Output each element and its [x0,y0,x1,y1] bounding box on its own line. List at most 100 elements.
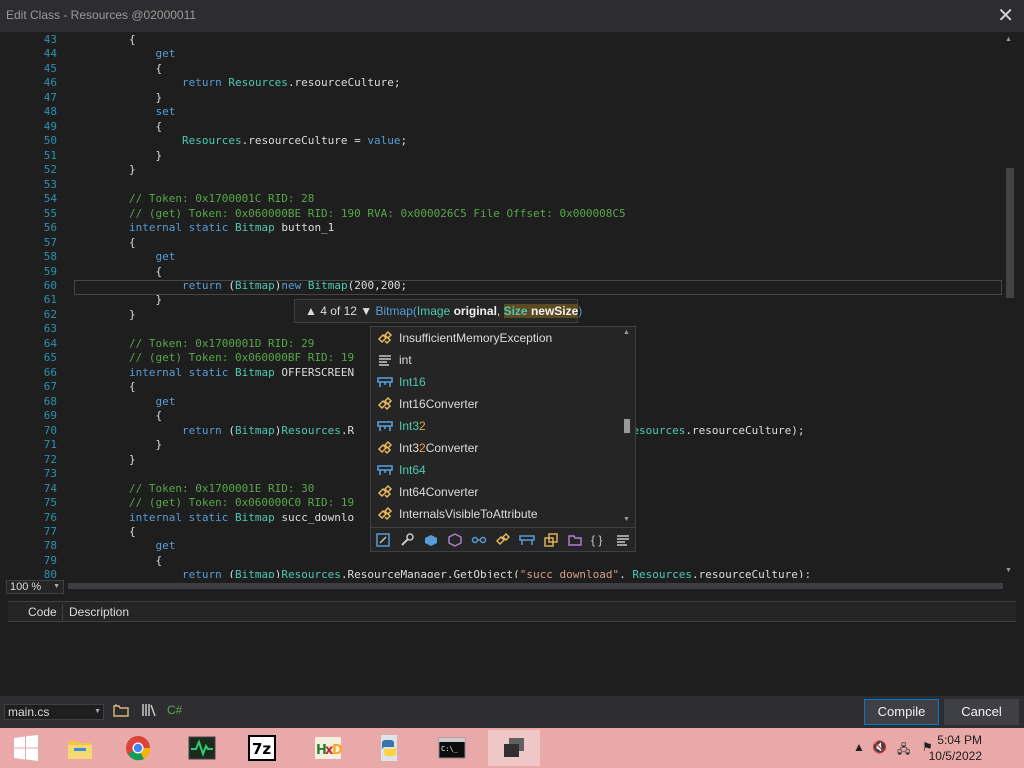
code-line[interactable]: 55 // (get) Token: 0x060000BE RID: 190 R… [0,207,1004,221]
line-number: 47 [43,90,57,104]
completion-item-label: Int32Converter [399,441,479,455]
network-icon[interactable]: 🖧 [897,740,910,761]
line-number: 62 [43,307,57,321]
file-name: main.cs [8,705,50,719]
start-button[interactable] [0,730,52,766]
class-alt-filter-icon[interactable] [495,532,511,548]
completion-item[interactable]: Int64Converter [375,481,620,503]
code-line[interactable]: 60 return (Bitmap)new Bitmap(200,200; [0,279,1004,293]
python-taskbar[interactable] [363,730,415,766]
cancel-button[interactable]: Cancel [944,699,1019,725]
line-number: 45 [43,61,57,75]
compile-button[interactable]: Compile [864,699,939,725]
code-line[interactable]: 53 [0,178,1004,192]
scroll-thumb[interactable] [624,419,630,433]
task-view-taskbar[interactable] [488,730,540,766]
code-line[interactable]: 57 { [0,236,1004,250]
scroll-thumb[interactable] [68,583,1003,589]
file-explorer-taskbar[interactable] [54,730,106,766]
code-line[interactable]: 44 get [0,47,1004,61]
volume-muted-icon[interactable]: 🔇 [872,740,887,754]
scroll-up-icon[interactable]: ▲ [1005,36,1012,43]
namespaces-filter-icon[interactable] [375,532,391,548]
scroll-down-icon[interactable]: ▼ [623,516,630,523]
code-line[interactable]: 48 set [0,105,1004,119]
code-line[interactable]: 52 } [0,163,1004,177]
open-folder-icon[interactable] [113,703,129,720]
zoom-select[interactable]: 100 % ▼ [6,580,64,594]
resource-monitor-taskbar[interactable] [176,730,228,766]
code-line[interactable]: 45 { [0,62,1004,76]
code-line[interactable]: 51 } [0,149,1004,163]
scroll-thumb[interactable] [1006,168,1014,298]
overload-down-icon[interactable]: ▼ [360,304,372,318]
keyword-filter-icon[interactable] [615,532,631,548]
wrench-filter-icon[interactable] [399,532,415,548]
task-view-icon [504,738,524,757]
close-icon[interactable]: ✕ [997,3,1014,28]
completion-item[interactable]: Int16 [375,371,620,393]
completion-item[interactable]: InternalsVisibleToAttribute [375,503,620,525]
completion-list[interactable]: InsufficientMemoryException int Int16 Int16… [370,326,636,552]
code-token: ( [221,568,235,578]
cube-filter-icon[interactable] [447,532,463,548]
struct-icon [377,418,393,434]
interface-filter-icon[interactable] [543,532,559,548]
line-number: 65 [43,351,57,365]
line-number: 71 [43,438,57,452]
code-line[interactable]: 59 { [0,265,1004,279]
clock-time[interactable]: 5:04 PM [937,733,982,747]
7zip-taskbar[interactable]: 7z [236,730,288,766]
completion-item[interactable]: Int32Converter [375,437,620,459]
code-text: return (Bitmap)new Bitmap(200,200; [76,279,407,293]
code-line[interactable]: 80 return (Bitmap)Resources.ResourceMana… [0,568,1004,578]
class-filter-icon[interactable] [423,532,439,548]
code-line[interactable]: 43 { [0,33,1004,47]
overload-up-icon[interactable]: ▲ [305,304,317,318]
completion-item-label: Int64 [399,463,426,477]
code-token: get [76,250,176,264]
completion-item[interactable]: Int16Converter [375,393,620,415]
completion-item[interactable]: int [375,349,620,371]
struct-icon [377,374,393,390]
file-select[interactable]: main.cs ▼ [4,704,104,720]
clock-date[interactable]: 10/5/2022 [929,749,982,763]
completion-item[interactable]: InsufficientMemoryException [375,327,620,349]
code-line[interactable]: 56 internal static Bitmap button_1 [0,221,1004,235]
command-prompt-taskbar[interactable]: C:\_ [426,730,478,766]
line-number: 78 [43,539,57,553]
folder-filter-icon[interactable] [567,532,583,548]
horizontal-scrollbar[interactable] [68,582,1003,590]
code-line[interactable]: 49 { [0,120,1004,134]
completion-item-label: Int64Converter [399,485,479,499]
chevron-up-icon[interactable]: ▲ [853,740,865,754]
column-header-description[interactable]: Description [69,604,129,620]
vertical-scrollbar[interactable]: ▲ ▼ [1003,32,1017,578]
code-line[interactable]: 79 { [0,554,1004,568]
code-token: { [76,380,136,394]
code-line[interactable]: 50 Resources.resourceCulture = value; [0,134,1004,148]
struct-filter-icon[interactable] [519,532,535,548]
link-filter-icon[interactable] [471,532,487,548]
library-icon[interactable] [141,703,157,720]
braces-filter-icon[interactable]: { } [591,532,607,548]
completion-scrollbar[interactable]: ▲ ▼ [620,327,634,525]
column-header-code[interactable]: Code [8,604,63,620]
completion-item[interactable]: Int32 [375,415,620,437]
chrome-taskbar[interactable] [112,730,164,766]
code-line[interactable]: 58 get [0,250,1004,264]
csharp-language-label[interactable]: C# [167,703,182,717]
code-token: { [76,553,163,567]
code-line[interactable]: 46 return Resources.resourceCulture; [0,76,1004,90]
code-token: succ_downlo [274,510,355,524]
code-text: internal static Bitmap succ_downlo [76,511,354,525]
hxd-taskbar[interactable]: HxD [302,730,354,766]
line-number: 60 [43,278,57,292]
code-line[interactable]: 47 } [0,91,1004,105]
completion-item[interactable]: Int64 [375,459,620,481]
scroll-down-icon[interactable]: ▼ [1005,567,1012,574]
scroll-up-icon[interactable]: ▲ [623,329,630,336]
code-line[interactable]: 54 // Token: 0x1700001C RID: 28 [0,192,1004,206]
code-token: .resourceCulture); [685,423,805,437]
param2-type: Size [503,304,528,318]
